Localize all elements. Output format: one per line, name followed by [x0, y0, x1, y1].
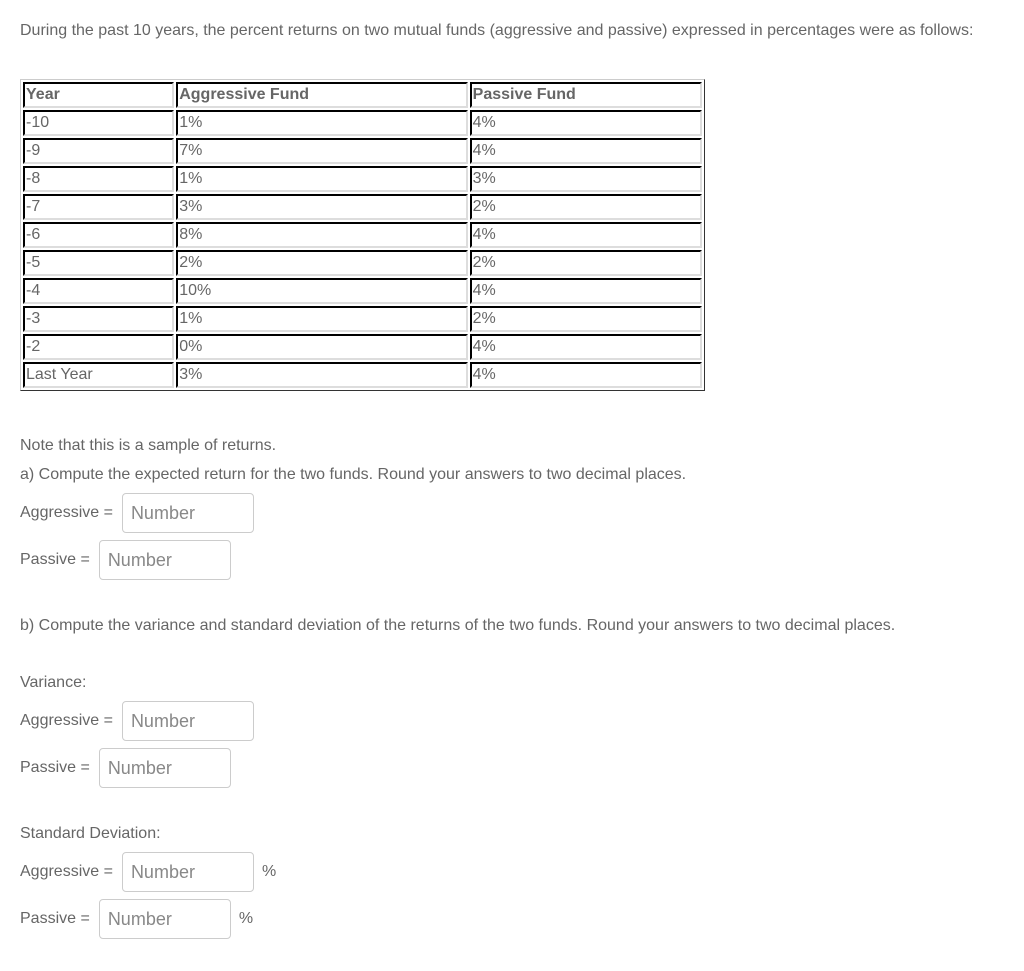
expected-return-aggressive-input[interactable]: [121, 493, 254, 533]
aggressive-return-cell: 3%: [176, 362, 468, 388]
variance-passive-input[interactable]: [98, 748, 231, 788]
year-cell: -2: [23, 334, 175, 360]
part-a-passive-label: Passive =: [20, 551, 90, 568]
variance-aggressive-label: Aggressive =: [20, 712, 113, 729]
year-cell: Last Year: [23, 362, 175, 388]
year-cell: -5: [23, 250, 175, 276]
variance-aggressive-row: Aggressive =: [20, 701, 254, 741]
problem-intro: During the past 10 years, the percent re…: [20, 22, 974, 39]
aggressive-return-cell: 10%: [176, 278, 468, 304]
year-cell: -6: [23, 222, 175, 248]
percent-unit: %: [238, 910, 254, 927]
part-b-prompt: b) Compute the variance and standard dev…: [20, 617, 896, 634]
table-row: -6 8% 4%: [23, 222, 702, 248]
aggressive-return-cell: 2%: [176, 250, 468, 276]
aggressive-return-cell: 3%: [176, 194, 468, 220]
percent-unit: %: [261, 863, 277, 880]
table-row: -7 3% 2%: [23, 194, 702, 220]
aggressive-return-cell: 1%: [176, 166, 468, 192]
stddev-passive-input[interactable]: [98, 899, 231, 939]
table-row: -2 0% 4%: [23, 334, 702, 360]
table-row: Last Year 3% 4%: [23, 362, 702, 388]
table-row: -10 1% 4%: [23, 110, 702, 136]
aggressive-return-cell: 8%: [176, 222, 468, 248]
passive-return-cell: 2%: [469, 194, 702, 220]
expected-return-passive-input[interactable]: [98, 540, 231, 580]
header-year: Year: [23, 82, 175, 108]
variance-heading: Variance:: [20, 674, 87, 691]
year-cell: -9: [23, 138, 175, 164]
table-row: -5 2% 2%: [23, 250, 702, 276]
year-cell: -10: [23, 110, 175, 136]
year-cell: -7: [23, 194, 175, 220]
part-a-passive-row: Passive =: [20, 540, 231, 580]
variance-aggressive-input[interactable]: [121, 701, 254, 741]
header-passive-fund: Passive Fund: [469, 82, 702, 108]
year-cell: -8: [23, 166, 175, 192]
aggressive-return-cell: 0%: [176, 334, 468, 360]
stddev-passive-label: Passive =: [20, 910, 90, 927]
part-a-aggressive-label: Aggressive =: [20, 504, 113, 521]
aggressive-return-cell: 7%: [176, 138, 468, 164]
variance-passive-label: Passive =: [20, 759, 90, 776]
stddev-heading: Standard Deviation:: [20, 825, 161, 842]
passive-return-cell: 3%: [469, 166, 702, 192]
header-aggressive-fund: Aggressive Fund: [176, 82, 468, 108]
table-header-row: Year Aggressive Fund Passive Fund: [23, 82, 702, 108]
stddev-passive-row: Passive = %: [20, 899, 253, 939]
table-row: -3 1% 2%: [23, 306, 702, 332]
part-a-prompt: a) Compute the expected return for the t…: [20, 466, 687, 483]
sample-note: Note that this is a sample of returns.: [20, 437, 277, 454]
passive-return-cell: 2%: [469, 306, 702, 332]
stddev-aggressive-input[interactable]: [121, 852, 254, 892]
year-cell: -4: [23, 278, 175, 304]
aggressive-return-cell: 1%: [176, 110, 468, 136]
passive-return-cell: 4%: [469, 362, 702, 388]
variance-passive-row: Passive =: [20, 748, 231, 788]
passive-return-cell: 4%: [469, 110, 702, 136]
table-row: -9 7% 4%: [23, 138, 702, 164]
passive-return-cell: 4%: [469, 334, 702, 360]
table-row: -8 1% 3%: [23, 166, 702, 192]
table-row: -4 10% 4%: [23, 278, 702, 304]
year-cell: -3: [23, 306, 175, 332]
part-a-aggressive-row: Aggressive =: [20, 493, 254, 533]
stddev-aggressive-label: Aggressive =: [20, 863, 113, 880]
returns-table: Year Aggressive Fund Passive Fund -10 1% 4…: [20, 79, 705, 391]
stddev-aggressive-row: Aggressive = %: [20, 852, 276, 892]
passive-return-cell: 2%: [469, 250, 702, 276]
aggressive-return-cell: 1%: [176, 306, 468, 332]
passive-return-cell: 4%: [469, 278, 702, 304]
passive-return-cell: 4%: [469, 222, 702, 248]
passive-return-cell: 4%: [469, 138, 702, 164]
